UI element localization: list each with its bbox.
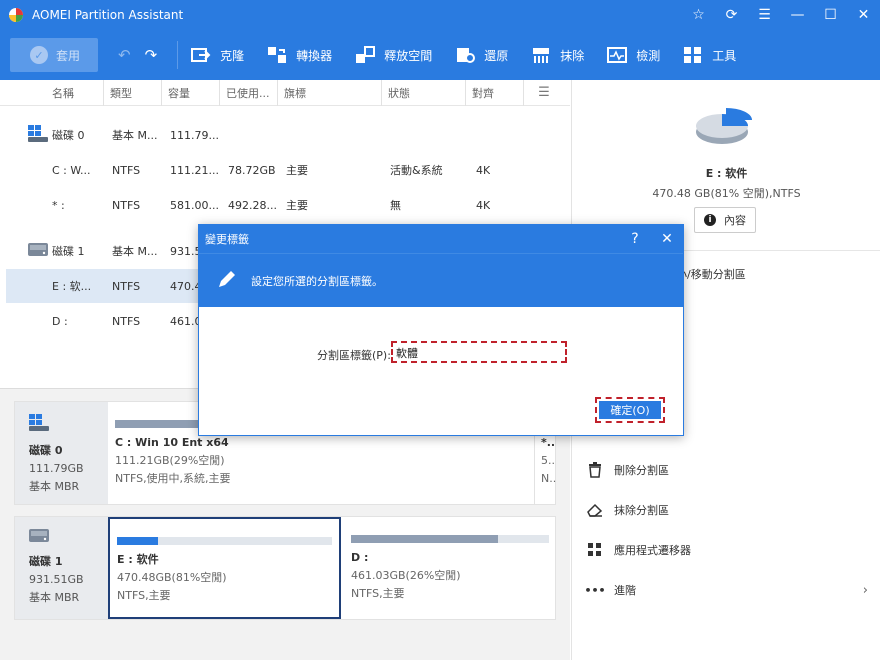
menu-icon[interactable]: ☰ [748, 0, 781, 30]
wipe-partition-item[interactable]: 抹除分割區 [586, 501, 669, 519]
partition-subtitle: 470.48 GB(81% 空閒),NTFS [652, 187, 801, 200]
windows-disk-icon [28, 125, 48, 143]
converter-icon [266, 44, 288, 66]
table-header: 名稱 類型 容量 已使用... 旗標 狀態 對齊 ☰ [0, 79, 570, 106]
resize-move-item[interactable]: 小/移動分割區 [676, 266, 746, 282]
recover-button[interactable]: 還原 [454, 44, 508, 66]
properties-button[interactable]: i 內容 [694, 207, 756, 233]
pencil-icon [217, 269, 237, 292]
undo-icon[interactable]: ↶ [118, 46, 131, 64]
col-type[interactable]: 類型 [104, 79, 162, 106]
dialog-title-bar: 變更標籤 ? ✕ [199, 225, 683, 253]
table-row[interactable]: 磁碟 0 基本 M... 111.79... [6, 118, 570, 152]
partition-label-input[interactable]: 軟體 [391, 341, 567, 363]
ok-button[interactable]: 確定(O) [595, 397, 665, 423]
clone-icon [190, 44, 212, 66]
refresh-icon[interactable]: ⟳ [715, 0, 748, 30]
partition-title: E : 软件 [705, 167, 748, 180]
row-name: 磁碟 0 [52, 129, 85, 142]
dialog-instruction: 設定您所選的分割區標籤。 [251, 274, 383, 288]
tools-icon [682, 44, 704, 66]
test-icon [606, 44, 628, 66]
col-capacity[interactable]: 容量 [162, 79, 220, 106]
advanced-item[interactable]: ••• 進階 › [584, 581, 868, 599]
trash-icon [586, 461, 604, 479]
partition-pie-icon [696, 106, 752, 149]
recover-icon [454, 44, 476, 66]
delete-partition-item[interactable]: 刪除分割區 [586, 461, 669, 479]
main-toolbar: ✓ 套用 ↶ ↷ 克隆 轉換器 釋放空間 還原 抹除 檢測 工具 [0, 30, 880, 80]
free-space-button[interactable]: 釋放空間 [354, 44, 432, 66]
col-flag[interactable]: 旗標 [278, 79, 382, 106]
app-title: AOMEI Partition Assistant [32, 8, 184, 22]
row-capacity: 111.79... [170, 128, 219, 142]
more-icon: ••• [584, 583, 606, 597]
app-mover-icon [586, 541, 604, 559]
dialog-title: 變更標籤 [205, 233, 249, 246]
table-row[interactable]: * : NTFS 581.00... 492.28... 主要 無 4K [6, 188, 570, 222]
info-icon: i [704, 214, 716, 226]
tools-button[interactable]: 工具 [682, 44, 736, 66]
disk-head: 磁碟 0 111.79GB 基本 MBR [15, 402, 108, 504]
toolbar-divider [177, 41, 179, 69]
col-name[interactable]: 名稱 [0, 79, 104, 106]
table-row[interactable]: C : W... NTFS 111.21... 78.72GB 主要 活動&系統… [6, 153, 570, 187]
usage-bar [117, 537, 332, 545]
disk-card-1[interactable]: 磁碟 1 931.51GB 基本 MBR E : 软件 470.48GB(81%… [14, 516, 556, 620]
dialog-close-icon[interactable]: ✕ [651, 225, 683, 253]
partition-block[interactable]: D : 461.03GB(26%空閒) NTFS,主要 [344, 517, 556, 619]
label-field-label: 分割區標籤(P): [317, 349, 391, 362]
check-icon: ✓ [30, 46, 48, 64]
wipe-button[interactable]: 抹除 [530, 44, 584, 66]
col-status[interactable]: 狀態 [382, 79, 466, 106]
redo-icon[interactable]: ↷ [145, 46, 158, 64]
test-button[interactable]: 檢測 [606, 44, 660, 66]
apply-button[interactable]: ✓ 套用 [10, 38, 98, 72]
col-align[interactable]: 對齊 [466, 79, 524, 106]
free-space-icon [354, 44, 376, 66]
chevron-right-icon: › [862, 582, 868, 598]
usage-bar [351, 535, 549, 543]
eraser-icon [586, 501, 604, 519]
close-icon[interactable]: ✕ [847, 0, 880, 30]
dialog-header-band: 設定您所選的分割區標籤。 [199, 253, 683, 307]
star-icon[interactable]: ☆ [682, 0, 715, 30]
disk-head: 磁碟 1 931.51GB 基本 MBR [15, 517, 108, 619]
title-bar: AOMEI Partition Assistant ☆ ⟳ ☰ — ☐ ✕ [0, 0, 880, 30]
row-type: 基本 M... [112, 129, 158, 142]
minimize-icon[interactable]: — [781, 0, 814, 30]
col-used[interactable]: 已使用... [220, 79, 278, 106]
partition-block-selected[interactable]: E : 软件 470.48GB(81%空閒) NTFS,主要 [108, 517, 341, 619]
dialog-body: 分割區標籤(P): 軟體 確定(O) [199, 307, 683, 435]
clone-button[interactable]: 克隆 [190, 44, 244, 66]
apply-label: 套用 [56, 48, 81, 63]
wipe-icon [530, 44, 552, 66]
column-settings-icon[interactable]: ☰ [524, 85, 564, 100]
app-mover-item[interactable]: 應用程式遷移器 [586, 541, 691, 559]
app-logo-icon [8, 7, 24, 23]
maximize-icon[interactable]: ☐ [814, 0, 847, 30]
disk-icon [28, 243, 48, 261]
change-label-dialog: 變更標籤 ? ✕ 設定您所選的分割區標籤。 分割區標籤(P): 軟體 確定(O) [198, 224, 684, 436]
help-button[interactable]: ? [619, 225, 651, 253]
disk-icon [29, 529, 49, 542]
converter-button[interactable]: 轉換器 [266, 44, 332, 66]
windows-disk-icon [29, 414, 49, 431]
